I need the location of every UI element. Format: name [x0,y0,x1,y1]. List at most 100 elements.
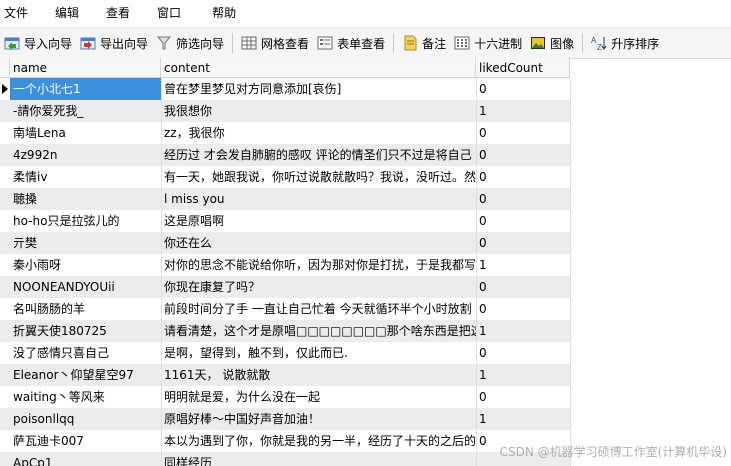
row-indicator[interactable] [0,430,10,452]
row-indicator[interactable] [0,320,10,342]
cell-content[interactable]: 明明就是爱，为什么没在一起 [161,386,476,408]
cell-name[interactable]: Eleanor丶仰望星空97 [10,364,161,386]
table-row[interactable]: 聴搡 l miss you 0 [0,188,570,210]
cell-content[interactable]: 你还在么 [161,232,476,254]
cell-name[interactable]: 聴搡 [10,188,161,210]
table-row[interactable]: poisonllqq 原唱好棒～中国好声音加油！ 1 [0,408,570,430]
table-row[interactable]: 萨瓦迪卡007 本以为遇到了你，你就是我的另一半，经历了十天的之后的 0 [0,430,570,452]
cell-content[interactable]: 对你的思念不能说给你听，因为那对你是打扰，于是我都写 [161,254,476,276]
hex-button[interactable]: 十六进制 [450,31,526,55]
cell-content[interactable]: 是啊，望得到，触不到，仅此而已. [161,342,476,364]
sort-ascending-button[interactable]: AZ 升序排序 [587,31,663,55]
row-indicator[interactable] [0,78,10,100]
cell-name[interactable]: -請你爱死我_ [10,100,161,122]
image-button[interactable]: 图像 [526,31,578,55]
cell-name[interactable]: waiting丶等风来 [10,386,161,408]
cell-name[interactable]: 名叫肠肠的羊 [10,298,161,320]
cell-name[interactable]: 南墙Lena [10,122,161,144]
table-row[interactable]: waiting丶等风来 明明就是爱，为什么没在一起 0 [0,386,570,408]
cell-name[interactable]: 没了感情只喜自己 [10,342,161,364]
cell-content[interactable]: 原唱好棒～中国好声音加油！ [161,408,476,430]
cell-content[interactable]: l miss you [161,188,476,210]
cell-name[interactable]: NOONEANDYOUii [10,276,161,298]
cell-likedcount[interactable]: 1 [476,254,570,276]
table-row[interactable]: ho-ho只是拉弦儿的 这是原唱啊 0 [0,210,570,232]
menu-view[interactable]: 查看 [106,4,130,21]
row-indicator[interactable] [0,298,10,320]
cell-content[interactable]: 本以为遇到了你，你就是我的另一半，经历了十天的之后的 [161,430,476,452]
table-row[interactable]: 名叫肠肠的羊 前段时间分了手 一直让自己忙着 今天就循环半个小时放割 0 [0,298,570,320]
column-header-name[interactable]: name [10,58,161,78]
row-indicator[interactable] [0,100,10,122]
column-header-likedcount[interactable]: likedCount [476,58,570,78]
cell-name[interactable]: 4z992n [10,144,161,166]
cell-name[interactable]: 一个小北七1 [10,78,161,100]
filter-wizard-button[interactable]: 筛选向导 [152,31,228,55]
row-indicator[interactable] [0,144,10,166]
cell-content[interactable]: 前段时间分了手 一直让自己忙着 今天就循环半个小时放割 [161,298,476,320]
cell-likedcount[interactable]: 1 [476,320,570,342]
row-indicator[interactable] [0,188,10,210]
cell-content[interactable]: 1161天， 说散就散 [161,364,476,386]
cell-content[interactable]: 我很想你 [161,100,476,122]
menu-file[interactable]: 文件 [4,4,28,21]
row-indicator[interactable] [0,408,10,430]
cell-likedcount[interactable]: 0 [476,144,570,166]
cell-likedcount[interactable]: 0 [476,342,570,364]
row-indicator[interactable] [0,386,10,408]
menu-window[interactable]: 窗口 [157,4,181,21]
table-row[interactable]: 一个小北七1 曾在梦里梦见对方同意添加[哀伤] 0 [0,78,570,100]
cell-likedcount[interactable]: 0 [476,276,570,298]
grid-view-button[interactable]: 网格查看 [237,31,313,55]
cell-name[interactable]: 亓樊 [10,232,161,254]
cell-content[interactable]: zz，我很你 [161,122,476,144]
cell-likedcount[interactable]: 1 [476,408,570,430]
menu-edit[interactable]: 编辑 [55,4,79,21]
table-row[interactable]: 亓樊 你还在么 0 [0,232,570,254]
table-row[interactable]: 4z992n 经历过 才会发自肺腑的感叹 评论的情圣们只不过是将自己 0 [0,144,570,166]
cell-content[interactable]: 请看清楚，这个才是原唱□□□□□□□□那个啥东西是把这首 [161,320,476,342]
cell-likedcount[interactable]: 1 [476,100,570,122]
cell-name[interactable]: 秦小雨呀 [10,254,161,276]
table-row[interactable]: 没了感情只喜自己 是啊，望得到，触不到，仅此而已. 0 [0,342,570,364]
cell-name[interactable]: 折翼天使180725 [10,320,161,342]
cell-name[interactable]: ho-ho只是拉弦儿的 [10,210,161,232]
cell-content[interactable]: 曾在梦里梦见对方同意添加[哀伤] [161,78,476,100]
memo-button[interactable]: 备注 [398,31,450,55]
row-indicator[interactable] [0,342,10,364]
row-indicator[interactable] [0,210,10,232]
table-row[interactable]: 折翼天使180725 请看清楚，这个才是原唱□□□□□□□□那个啥东西是把这首 1 [0,320,570,342]
form-view-button[interactable]: 表单查看 [313,31,389,55]
export-wizard-button[interactable]: 导出向导 [76,31,152,55]
cell-likedcount[interactable]: 0 [476,78,570,100]
cell-likedcount[interactable]: 0 [476,386,570,408]
table-row[interactable]: -請你爱死我_ 我很想你 1 [0,100,570,122]
cell-name[interactable]: 萨瓦迪卡007 [10,430,161,452]
row-indicator[interactable] [0,166,10,188]
cell-name[interactable]: ApCp1 [10,452,161,466]
cell-likedcount[interactable]: 0 [476,122,570,144]
row-indicator[interactable] [0,122,10,144]
cell-content[interactable]: 同样经历 [161,452,476,466]
cell-content[interactable]: 这是原唱啊 [161,210,476,232]
cell-likedcount[interactable]: 0 [476,166,570,188]
cell-content[interactable]: 经历过 才会发自肺腑的感叹 评论的情圣们只不过是将自己 [161,144,476,166]
column-header-content[interactable]: content [161,58,476,78]
table-row[interactable]: 秦小雨呀 对你的思念不能说给你听，因为那对你是打扰，于是我都写 1 [0,254,570,276]
table-row[interactable]: NOONEANDYOUii 你现在康复了吗？ 0 [0,276,570,298]
cell-likedcount[interactable]: 0 [476,232,570,254]
cell-content[interactable]: 你现在康复了吗？ [161,276,476,298]
cell-likedcount[interactable]: 0 [476,188,570,210]
row-indicator[interactable] [0,364,10,386]
row-indicator[interactable] [0,276,10,298]
table-row[interactable]: ApCp1 同样经历 [0,452,570,466]
cell-likedcount[interactable]: 1 [476,364,570,386]
row-indicator[interactable] [0,254,10,276]
table-row[interactable]: Eleanor丶仰望星空97 1161天， 说散就散 1 [0,364,570,386]
row-indicator[interactable] [0,452,10,466]
menu-help[interactable]: 帮助 [212,4,236,21]
import-wizard-button[interactable]: 导入向导 [0,31,76,55]
row-indicator[interactable] [0,232,10,254]
cell-likedcount[interactable]: 0 [476,298,570,320]
cell-name[interactable]: 柔情iv [10,166,161,188]
